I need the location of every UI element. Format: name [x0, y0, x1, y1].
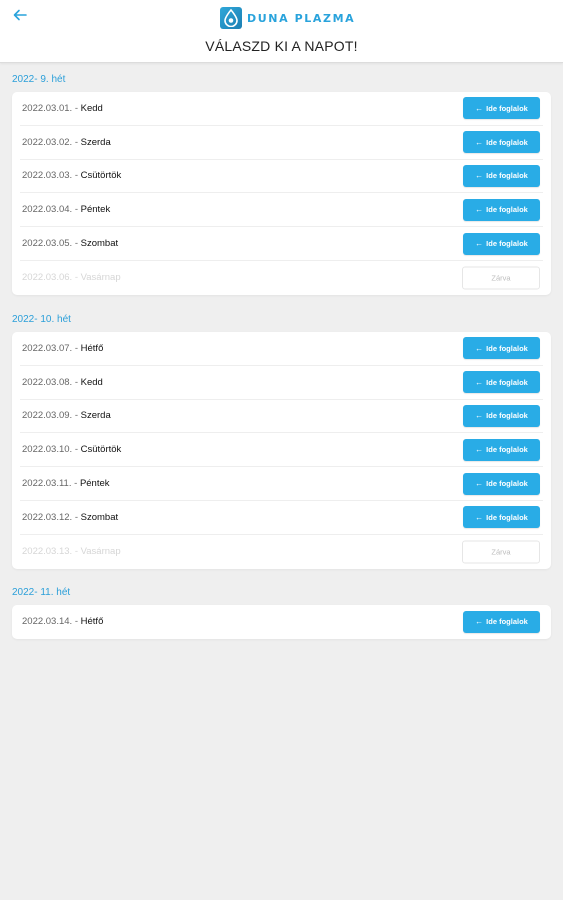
day-name: Csütörtök: [80, 444, 122, 456]
day-row: 2022.03.05. - Szombat ← Ide foglalok: [20, 227, 543, 261]
book-button-label: Ide foglalok: [486, 617, 528, 627]
day-row: 2022.03.13. - Vasárnap Zárva: [20, 535, 543, 569]
day-name: Vasárnap: [80, 546, 121, 558]
day-row: 2022.03.12. - Szombat ← Ide foglalok: [20, 501, 543, 535]
day-date: 2022.03.07. -: [22, 342, 81, 354]
arrow-left-icon: [13, 8, 27, 26]
day-name: Hétfő: [80, 342, 104, 354]
book-button-label: Ide foglalok: [486, 411, 528, 421]
day-date: 2022.03.13. -: [22, 546, 81, 558]
book-button[interactable]: ← Ide foglalok: [463, 337, 540, 360]
book-button-label: Ide foglalok: [486, 103, 528, 113]
day-name: Kedd: [80, 376, 103, 388]
day-name: Vasárnap: [80, 272, 121, 284]
book-button-label: Ide foglalok: [486, 205, 528, 215]
arrow-left-icon: ←: [475, 171, 484, 181]
closed-button: Zárva: [462, 540, 540, 564]
day-date: 2022.03.12. -: [22, 511, 81, 523]
week-label: 2022- 10. hét: [12, 314, 71, 325]
book-button[interactable]: ← Ide foglalok: [463, 438, 540, 461]
book-button[interactable]: ← Ide foglalok: [463, 371, 540, 394]
arrow-left-icon: ←: [475, 239, 484, 249]
day-row: 2022.03.06. - Vasárnap Zárva: [20, 261, 543, 295]
arrow-left-icon: ←: [475, 512, 484, 522]
closed-button: Zárva: [462, 266, 540, 290]
day-name: Szombat: [80, 511, 119, 523]
week-label: 2022- 9. hét: [12, 74, 66, 85]
day-name: Csütörtök: [80, 170, 122, 182]
back-button[interactable]: [10, 7, 30, 27]
book-button-label: Ide foglalok: [486, 377, 528, 387]
day-row: 2022.03.02. - Szerda ← Ide foglalok: [20, 126, 543, 160]
day-date: 2022.03.01. -: [22, 102, 81, 114]
day-name: Szombat: [80, 238, 119, 250]
arrow-left-icon: ←: [475, 445, 484, 455]
arrow-left-icon: ←: [475, 411, 484, 421]
day-row: 2022.03.11. - Péntek ← Ide foglalok: [20, 467, 543, 501]
day-date: 2022.03.04. -: [22, 204, 81, 216]
day-name: Kedd: [80, 102, 103, 114]
arrow-left-icon: ←: [475, 479, 484, 489]
day-date: 2022.03.14. -: [22, 616, 81, 628]
week-card: 2022.03.14. - Hétfő ← Ide foglalok: [12, 605, 551, 639]
book-button-label: Ide foglalok: [486, 343, 528, 353]
book-button[interactable]: ← Ide foglalok: [463, 232, 540, 255]
day-row: 2022.03.08. - Kedd ← Ide foglalok: [20, 366, 543, 400]
drop-logo-icon: [220, 7, 242, 29]
day-row: 2022.03.14. - Hétfő ← Ide foglalok: [20, 605, 543, 639]
day-name: Szerda: [80, 410, 111, 422]
day-row: 2022.03.09. - Szerda ← Ide foglalok: [20, 400, 543, 434]
day-row: 2022.03.04. - Péntek ← Ide foglalok: [20, 193, 543, 228]
day-name: Szerda: [80, 136, 111, 148]
arrow-left-icon: ←: [475, 377, 484, 387]
arrow-left-icon: ←: [475, 205, 484, 215]
book-button[interactable]: ← Ide foglalok: [463, 164, 540, 187]
book-button-label: Ide foglalok: [486, 239, 528, 249]
day-date: 2022.03.11. -: [22, 478, 80, 490]
arrow-left-icon: ←: [475, 137, 484, 147]
book-button[interactable]: ← Ide foglalok: [463, 198, 540, 221]
week-card: 2022.03.07. - Hétfő ← Ide foglalok 2022.03.…: [12, 332, 551, 569]
book-button-label: Ide foglalok: [486, 512, 528, 522]
day-name: Péntek: [79, 478, 110, 490]
day-date: 2022.03.02. -: [22, 136, 81, 148]
day-date: 2022.03.05. -: [22, 238, 81, 250]
day-date: 2022.03.03. -: [22, 170, 81, 182]
day-date: 2022.03.06. -: [22, 272, 81, 284]
day-date: 2022.03.09. -: [22, 410, 81, 422]
book-button[interactable]: ← Ide foglalok: [463, 472, 540, 495]
book-button[interactable]: ← Ide foglalok: [463, 506, 540, 529]
day-date: 2022.03.08. -: [22, 376, 81, 388]
brand-logo: DUNA PLAZMA: [220, 6, 355, 30]
page-title: VÁLASZD KI A NAPOT!: [205, 38, 358, 54]
day-name: Péntek: [80, 204, 111, 216]
day-row: 2022.03.03. - Csütörtök ← Ide foglalok: [20, 160, 543, 194]
day-row: 2022.03.01. - Kedd ← Ide foglalok: [20, 92, 543, 126]
book-button-label: Ide foglalok: [486, 171, 528, 181]
logo-text: DUNA PLAZMA: [247, 11, 356, 25]
week-label: 2022- 11. hét: [12, 587, 71, 598]
book-button[interactable]: ← Ide foglalok: [463, 404, 540, 427]
day-date: 2022.03.10. -: [22, 444, 81, 456]
book-button[interactable]: ← Ide foglalok: [463, 131, 540, 154]
arrow-left-icon: ←: [475, 617, 484, 627]
app-header: DUNA PLAZMA VÁLASZD KI A NAPOT!: [0, 0, 563, 63]
week-card: 2022.03.01. - Kedd ← Ide foglalok 2022.03.0…: [12, 92, 551, 295]
day-name: Hétfő: [80, 616, 104, 628]
arrow-left-icon: ←: [475, 103, 484, 113]
book-button[interactable]: ← Ide foglalok: [463, 610, 540, 633]
day-row: 2022.03.10. - Csütörtök ← Ide foglalok: [20, 433, 543, 468]
book-button-label: Ide foglalok: [486, 479, 528, 489]
book-button-label: Ide foglalok: [486, 445, 528, 455]
arrow-left-icon: ←: [475, 343, 484, 353]
book-button[interactable]: ← Ide foglalok: [463, 97, 540, 120]
book-button-label: Ide foglalok: [486, 137, 528, 147]
day-row: 2022.03.07. - Hétfő ← Ide foglalok: [20, 332, 543, 366]
